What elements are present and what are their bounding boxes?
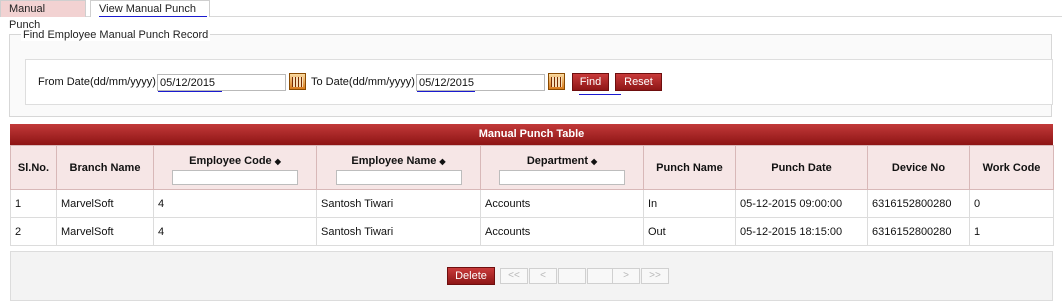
tab-manual-punch[interactable]: Manual Punch bbox=[0, 0, 86, 31]
col-label: Punch Name bbox=[656, 161, 723, 174]
manual-punch-table: Manual Punch Table Sl.No. Branch Name Em… bbox=[10, 124, 1054, 246]
tab-bar: Manual Punch View Manual Punch bbox=[0, 0, 1062, 31]
department-filter[interactable] bbox=[499, 169, 625, 185]
sort-employee-name[interactable]: Employee Name ◆ bbox=[317, 155, 480, 167]
fieldset-legend: Find Employee Manual Punch Record bbox=[21, 29, 211, 41]
tab-view-manual-punch[interactable]: View Manual Punch bbox=[90, 0, 210, 17]
cell-employee-name: Santosh Tiwari bbox=[316, 217, 481, 246]
page-count-box bbox=[587, 268, 615, 284]
first-page-button[interactable]: << bbox=[500, 268, 528, 284]
from-date-label: From Date(dd/mm/yyyy) bbox=[38, 76, 156, 88]
col-label: Work Code bbox=[982, 161, 1041, 174]
sort-employee-code[interactable]: Employee Code ◆ bbox=[154, 155, 316, 167]
page-number-box[interactable] bbox=[558, 268, 586, 284]
reset-button[interactable]: Reset bbox=[615, 73, 662, 91]
cell-sl-no: 2 bbox=[10, 217, 57, 246]
sort-department[interactable]: Department ◆ bbox=[481, 155, 643, 167]
from-date-underline bbox=[158, 91, 222, 92]
employee-name-filter[interactable] bbox=[335, 169, 462, 185]
cell-punch-date: 05-12-2015 09:00:00 bbox=[735, 189, 868, 218]
sort-arrows-icon: ◆ bbox=[590, 156, 598, 166]
calendar-icon[interactable] bbox=[548, 73, 565, 90]
find-underline bbox=[579, 94, 621, 95]
col-label: Branch Name bbox=[69, 161, 141, 174]
cell-work-code: 0 bbox=[969, 189, 1054, 218]
cell-department: Accounts bbox=[480, 217, 644, 246]
col-label: Punch Date bbox=[771, 161, 832, 174]
from-date-input[interactable] bbox=[157, 74, 286, 91]
cell-device-no: 6316152800280 bbox=[867, 217, 970, 246]
cell-work-code: 1 bbox=[969, 217, 1054, 246]
col-branch-name: Branch Name bbox=[56, 145, 154, 190]
sort-arrows-icon: ◆ bbox=[439, 156, 446, 166]
to-date-input[interactable] bbox=[416, 74, 545, 91]
cell-employee-name: Santosh Tiwari bbox=[316, 189, 481, 218]
last-page-button[interactable]: >> bbox=[641, 268, 669, 284]
col-sl-no: Sl.No. bbox=[10, 145, 57, 190]
col-employee-name: Employee Name ◆ bbox=[316, 145, 481, 190]
delete-button[interactable]: Delete bbox=[447, 267, 495, 285]
col-punch-date: Punch Date bbox=[735, 145, 868, 190]
col-label: Sl.No. bbox=[17, 161, 50, 174]
col-label: Employee Name bbox=[351, 154, 437, 167]
to-date-label: To Date(dd/mm/yyyy) bbox=[311, 76, 415, 88]
cell-device-no: 6316152800280 bbox=[867, 189, 970, 218]
sort-arrows-icon: ◆ bbox=[274, 156, 281, 166]
col-label: Department bbox=[526, 154, 588, 167]
next-page-button[interactable]: > bbox=[612, 268, 640, 284]
cell-employee-code: 4 bbox=[153, 189, 317, 218]
prev-page-button[interactable]: < bbox=[529, 268, 557, 284]
to-date-underline bbox=[417, 91, 475, 92]
col-work-code: Work Code bbox=[969, 145, 1054, 190]
cell-employee-code: 4 bbox=[153, 217, 317, 246]
table-title: Manual Punch Table bbox=[10, 124, 1053, 145]
table-header-row: Sl.No. Branch Name Employee Code ◆ Employ… bbox=[10, 145, 1054, 190]
col-punch-name: Punch Name bbox=[643, 145, 736, 190]
cell-branch-name: MarvelSoft bbox=[56, 217, 154, 246]
calendar-icon[interactable] bbox=[289, 73, 306, 90]
find-button[interactable]: Find bbox=[572, 73, 609, 91]
cell-branch-name: MarvelSoft bbox=[56, 189, 154, 218]
col-device-no: Device No bbox=[867, 145, 970, 190]
cell-department: Accounts bbox=[480, 189, 644, 218]
cell-sl-no: 1 bbox=[10, 189, 57, 218]
cell-punch-date: 05-12-2015 18:15:00 bbox=[735, 217, 868, 246]
cell-punch-name: In bbox=[643, 189, 736, 218]
col-employee-code: Employee Code ◆ bbox=[153, 145, 317, 190]
col-label: Employee Code bbox=[189, 154, 272, 167]
col-department: Department ◆ bbox=[480, 145, 644, 190]
col-label: Device No bbox=[891, 161, 946, 174]
table-row[interactable]: 1 MarvelSoft 4 Santosh Tiwari Accounts I… bbox=[10, 189, 1054, 218]
cell-punch-name: Out bbox=[643, 217, 736, 246]
table-row[interactable]: 2 MarvelSoft 4 Santosh Tiwari Accounts O… bbox=[10, 217, 1054, 246]
employee-code-filter[interactable] bbox=[172, 169, 298, 185]
